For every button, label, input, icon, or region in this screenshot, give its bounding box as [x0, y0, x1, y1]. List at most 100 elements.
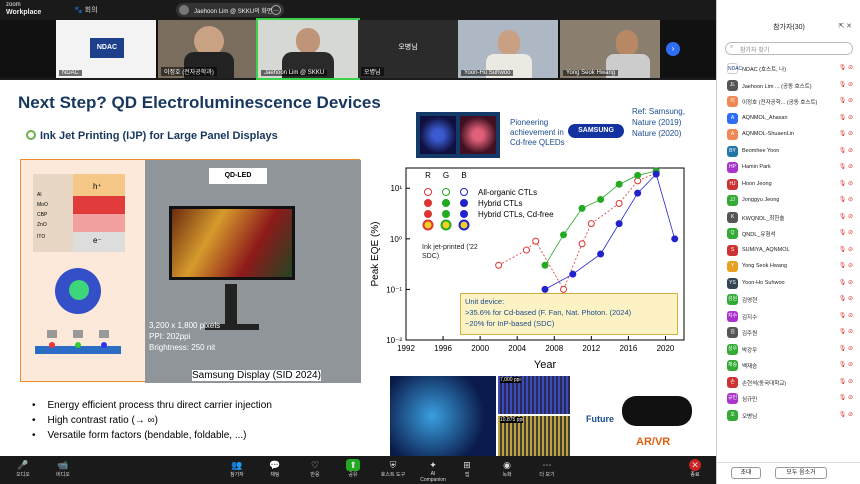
participant-row[interactable]: 김 김주원 🎙 ⊘ [717, 324, 860, 341]
toolbar-button-4[interactable]: ♡ 반응 [300, 459, 330, 478]
participant-row[interactable]: HP Hamin Park 🎙 ⊘ [717, 159, 860, 176]
video-tile-off[interactable]: 오병님 오병님 [358, 20, 458, 78]
video-tile-2[interactable]: 이정호 (전자공학과) [158, 20, 258, 78]
invite-button[interactable]: 초대 [731, 467, 761, 479]
participant-name: AQNMOL-ShuaenLin [742, 131, 794, 137]
video-tile-5[interactable]: Yoon-Ho Suhwoo [458, 20, 558, 78]
participant-name: Jonggyu Jeong [742, 197, 780, 203]
avatar: HP [727, 162, 738, 173]
toolbar-button-1[interactable]: 📹 비디오 [48, 459, 78, 478]
participant-row[interactable]: 성원 김영현 🎙 ⊘ [717, 291, 860, 308]
search-icon: ⌕ [730, 44, 734, 50]
avatar: 성우 [727, 343, 738, 355]
avatar: JL [727, 79, 738, 91]
toolbar-button-7[interactable]: ✦ AI Companion [418, 459, 448, 483]
x-tick-label: 1992 [397, 344, 415, 353]
participant-row[interactable]: 성우 박강우 🎙 ⊘ [717, 341, 860, 358]
participant-row[interactable]: 지수 김지수 🎙 ⊘ [717, 308, 860, 325]
muted-icon: 🎙 ⊘ [838, 329, 853, 335]
x-tick-label: 1996 [434, 344, 452, 353]
toolbar-button-0[interactable]: 🎤 오디오 [8, 459, 38, 478]
figure-caption: Samsung Display (SID 2024) [192, 370, 321, 381]
reference: Ref: Samsung, Nature (2019) Nature (2020) [632, 107, 685, 138]
participant-search-input[interactable]: ⌕ 참가자 찾기 [725, 42, 853, 55]
bullet-list: Energy efficient process thru direct car… [32, 398, 272, 443]
options-icon[interactable]: … [271, 5, 281, 15]
avatar: Q [727, 228, 738, 239]
y-tick-label: 10¹ [390, 184, 402, 193]
participant-row[interactable]: Q QNDL_유형석 🎙 ⊘ [717, 225, 860, 242]
toolbar-icon: ⊞ [463, 460, 471, 470]
video-tile-6[interactable]: Yong Seok Hwang [560, 20, 660, 78]
muted-icon: 🎙 ⊘ [838, 345, 853, 352]
participant-name: NDAC (호스트, 나) [742, 67, 787, 73]
x-tick-label: 2016 [620, 344, 638, 353]
participant-name: AQNMOL_Ahasan [742, 114, 788, 121]
legend-marker [442, 188, 450, 196]
participant-row[interactable]: 규민 심규민 🎙 ⊘ [717, 390, 860, 407]
toolbar-button-10[interactable]: ⋯ 더 보기 [532, 459, 562, 478]
participant-row[interactable]: JL Jaehoon Lim ... (공동 호스트) 🎙 ⊘ [717, 77, 860, 94]
toolbar-button-3[interactable]: 💬 채팅 [260, 459, 290, 478]
avatar: JJ [727, 195, 738, 206]
micro-display-2: 10,875 ppi [498, 416, 570, 456]
tv-specs: 3,200 x 1,800 pixels PPI: 202ppi Brightnes… [149, 321, 221, 352]
toolbar-button-6[interactable]: ⛨ 호스트 도구 [378, 459, 408, 478]
muted-icon: 🎙 ⊘ [838, 395, 853, 401]
muted-icon: 🎙 ⊘ [838, 114, 853, 121]
participant-row[interactable]: JJ Jonggyu Jeong 🎙 ⊘ [717, 192, 860, 209]
unit-device-note: Unit device: >35.6% for Cd-based (F. Fan,… [460, 293, 678, 335]
toolbar-label: AI Companion [420, 471, 446, 483]
toolbar-label: 반응 [310, 472, 320, 478]
ijp-figure-box: h⁺ e⁻ Al MoO CBP ZnO ITO QD-LED 3,200 x … [20, 159, 361, 383]
participant-row[interactable]: HJ Hoon Jeong 🎙 ⊘ [717, 176, 860, 193]
muted-icon: 🎙 ⊘ [838, 279, 853, 286]
screen-share-pill[interactable]: Jaehoon Lim @ SKKU의 화면… [176, 3, 284, 17]
arvr-label: AR/VR [636, 436, 671, 448]
participant-row[interactable]: K KWQNDL_최한솔 🎙 ⊘ [717, 209, 860, 226]
data-point [578, 204, 586, 212]
participant-name: 김주원 [742, 331, 758, 337]
toolbar-label: 호스트 도구 [380, 472, 406, 478]
ink-jet-marker [422, 219, 434, 231]
toolbar-button-8[interactable]: ⊞ 앱 [452, 459, 482, 478]
vr-headset [622, 396, 692, 426]
rgb-header: B [461, 171, 466, 180]
participant-row[interactable]: S SUMIYA_AQNMOL 🎙 ⊘ [717, 242, 860, 259]
participant-name: SUMIYA_AQNMOL [742, 246, 790, 253]
participant-row[interactable]: 손 손현석(동국대학교) 🎙 ⊘ [717, 374, 860, 391]
data-point [560, 285, 568, 293]
participant-row[interactable]: 이 이정호 (전자공학... (공동 호스트) 🎙 ⊘ [717, 93, 860, 110]
participant-list: NDAC NDAC (호스트, 나) 🎙 ⊘ JL Jaehoon Lim ... (공… [717, 60, 860, 423]
toolbar-button-2[interactable]: 👥 참가자 [222, 459, 252, 478]
mute-all-button[interactable]: 모두 음소거 [775, 467, 827, 479]
toolbar-label: 채팅 [270, 472, 280, 478]
next-page-arrow-icon[interactable]: › [666, 42, 680, 56]
participant-name: Beomhee Yoon [742, 147, 780, 154]
participant-row[interactable]: NDAC NDAC (호스트, 나) 🎙 ⊘ [717, 60, 860, 77]
avatar: 성원 [727, 294, 738, 305]
y-tick-label: 10⁻² [386, 336, 402, 345]
toolbar-button-5[interactable]: ⬆ 공유 [338, 459, 368, 478]
participant-row[interactable]: A AQNMOL-ShuaenLin 🎙 ⊘ [717, 126, 860, 143]
toolbar-icon: 🎤 [17, 460, 29, 470]
video-tile-ndac[interactable]: NDAC NDAC [56, 20, 156, 78]
video-tile-speaker[interactable]: Jaehoon Lim @ SKKU [256, 18, 360, 80]
participant-row[interactable]: 오 오병님 🎙 ⊘ [717, 407, 860, 424]
pioneer-text: Pioneering achievement in Cd-free QLEDs [510, 118, 565, 147]
participant-name: 박강우 [742, 347, 758, 354]
toolbar-button-9[interactable]: ◉ 녹화 [492, 459, 522, 478]
popout-close-icons[interactable]: ⇱ ✕ [838, 22, 852, 30]
data-point [615, 199, 623, 207]
data-point [532, 237, 540, 245]
participant-row[interactable]: A AQNMOL_Ahasan 🎙 ⊘ [717, 110, 860, 127]
data-point [541, 285, 549, 293]
participant-row[interactable]: YS Yoon-Ho Suhwoo 🎙 ⊘ [717, 275, 860, 292]
rgb-header: R [425, 171, 431, 180]
participant-row[interactable]: BY Beomhee Yoon 🎙 ⊘ [717, 143, 860, 160]
participant-row[interactable]: Y Yong Seok Hwang 🎙 ⊘ [717, 258, 860, 275]
meeting-menu[interactable]: 🐾 회의 [74, 5, 98, 15]
toolbar-button-11[interactable]: ✕ 종료 [680, 459, 710, 478]
participant-row[interactable]: 재승 백재승 🎙 ⊘ [717, 357, 860, 374]
avatar: 김 [727, 327, 738, 338]
